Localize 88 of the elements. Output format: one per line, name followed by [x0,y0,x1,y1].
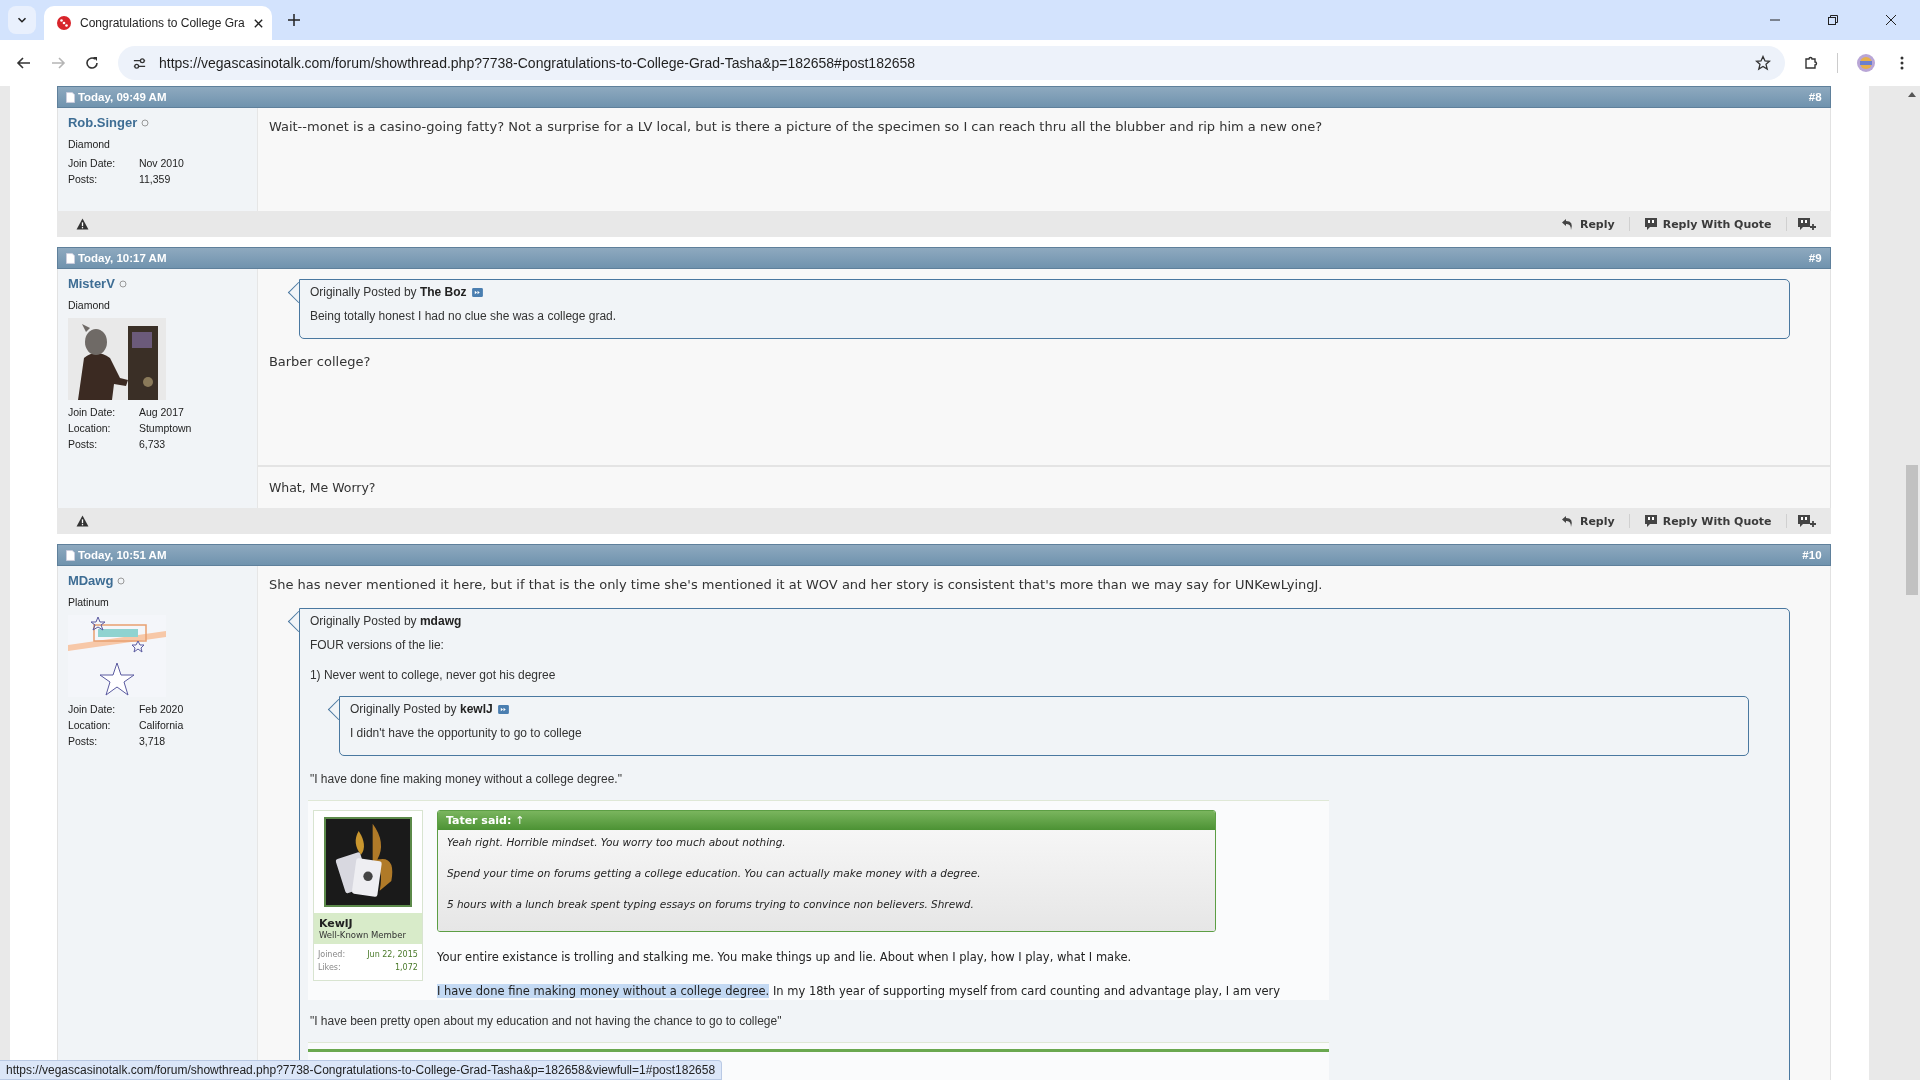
post-text: She has never mentioned it here, but if that is the only time she's mentioned it at WOV and her story is consistent that's more than we may say for UNKewLyingJ. [268,576,1324,594]
quote-author: Tater said: [445,814,512,827]
post-text: Being totally honest I had no clue she was a college grad. [309,308,618,325]
message-text: I have done fine making money without a college degree. In my 18th year of supporting myself from card counting and advantage play, I am very [436,984,1282,998]
field-value: 6,733 [138,438,166,450]
reload-icon[interactable] [84,55,100,71]
user-rank: Platinum [67,596,110,608]
view-post-icon[interactable] [471,287,483,297]
document-icon [65,549,75,561]
field-label: Posts: [67,173,98,185]
site-settings-icon[interactable] [132,55,147,71]
multi-quote-icon[interactable] [1796,514,1817,528]
post-text: I didn't have the opportunity to go to college [349,725,583,742]
post-text: FOUR versions of the lie: [309,637,445,654]
username[interactable]: MisterV [67,276,115,291]
stat-value: Jun 22, 2015 [367,950,418,959]
new-tab-icon[interactable] [285,12,302,28]
field-label: Location: [67,719,111,731]
reply-button[interactable]: Reply [1556,514,1619,528]
speech-bubble-icon [1643,514,1658,528]
browser-tab[interactable]: Congratulations to College Gra [44,6,272,40]
post-text: 1) Never went to college, never got his degree [309,667,557,684]
field-label: Join Date: [67,406,116,418]
close-icon[interactable] [252,17,264,29]
view-post-icon[interactable] [497,704,509,714]
field-value: 11,359 [138,173,171,185]
document-icon [65,252,75,264]
post-text: "I have done fine making money without a college degree." [309,771,623,788]
quote-attribution: Originally Posted by mdawg [309,614,462,628]
field-value: Aug 2017 [138,406,184,418]
tab-title: Congratulations to College Gra [80,16,245,30]
stat-value: 1,072 [395,963,418,972]
field-label: Location: [67,422,111,434]
message-text: Your entire existance is trolling and stalking me. You make things up and lie. About when I play, how I play, what I make. [436,950,1133,964]
stat-label: Likes: [317,963,341,972]
reply-arrow-icon [1560,514,1575,528]
reply-button[interactable]: Reply With Quote [1639,514,1776,528]
speech-bubble-icon [1643,217,1658,231]
quote-attribution: Originally Posted by kewlJ [349,702,493,716]
post-date: Today, 09:49 AM [77,91,167,103]
scrollbar[interactable] [1868,86,1920,1080]
puzzle-icon[interactable] [1803,55,1819,71]
member-title: Well-Known Member [318,930,407,940]
post-number[interactable]: #9 [1808,252,1822,264]
profile-icon[interactable] [1856,53,1876,73]
username[interactable]: Rob.Singer [67,115,138,130]
quote-text: 5 hours with a lunch break spent typing essays on forums trying to convince non believers. Shrewd. [446,898,975,910]
stat-label: Joined: [317,950,346,959]
member-name: KewlJ [318,917,354,930]
user-rank: Diamond [67,138,111,150]
post-number[interactable]: #8 [1808,91,1822,103]
field-value: Feb 2020 [138,703,184,715]
reply-button[interactable]: Reply With Quote [1639,217,1776,231]
field-label: Join Date: [67,157,116,169]
field-value: Nov 2010 [138,157,184,169]
reply-arrow-icon [1560,217,1575,231]
signature-text: What, Me Worry? [268,480,376,495]
post-number[interactable]: #10 [1802,549,1822,561]
scroll-thumb[interactable] [1906,465,1918,595]
quote-text: Yeah right. Horrible mindset. You worry too much about nothing. [446,836,787,848]
warning-icon[interactable] [75,515,89,527]
post-text: Wait--monet is a casino-going fatty? Not a surprise for a LV local, but is there a picture of the specimen so I can reach thru all the blubber and rip him a new one? [268,118,1324,136]
field-value: Stumptown [138,422,192,434]
star-icon[interactable] [1755,55,1771,71]
post-date: Today, 10:51 AM [77,549,167,561]
close-icon[interactable] [1885,14,1897,26]
field-label: Posts: [67,735,98,747]
document-icon [65,91,75,103]
jump-link[interactable]: ↑ [515,814,525,827]
reply-button[interactable]: Reply [1556,217,1619,231]
post-text: "I have been pretty open about my education and not having the chance to go to college" [309,1013,783,1030]
post-date: Today, 10:17 AM [77,252,167,264]
username[interactable]: MDawg [67,573,114,588]
status-url: https://vegascasinotalk.com/forum/showthread.php?7738-Congratulations-to-College-Grad-Tasha&p=182658&viewfull=1#post182658 [0,1060,723,1080]
field-value: 3,718 [138,735,166,747]
dice-icon [56,15,72,31]
field-label: Posts: [67,438,98,450]
user-rank: Diamond [67,299,111,311]
restore-icon[interactable] [1827,14,1839,26]
field-value: California [138,719,184,731]
post-text: Barber college? [268,353,372,371]
scroll-up-icon[interactable] [1908,92,1916,97]
multi-quote-icon[interactable] [1796,217,1817,231]
back-icon[interactable] [16,55,32,71]
field-label: Join Date: [67,703,116,715]
quote-text: Spend your time on forums getting a college education. You can actually make money with a degree. [446,867,982,879]
warning-icon[interactable] [75,218,89,230]
quote-attribution: Originally Posted by The Boz [309,285,467,299]
